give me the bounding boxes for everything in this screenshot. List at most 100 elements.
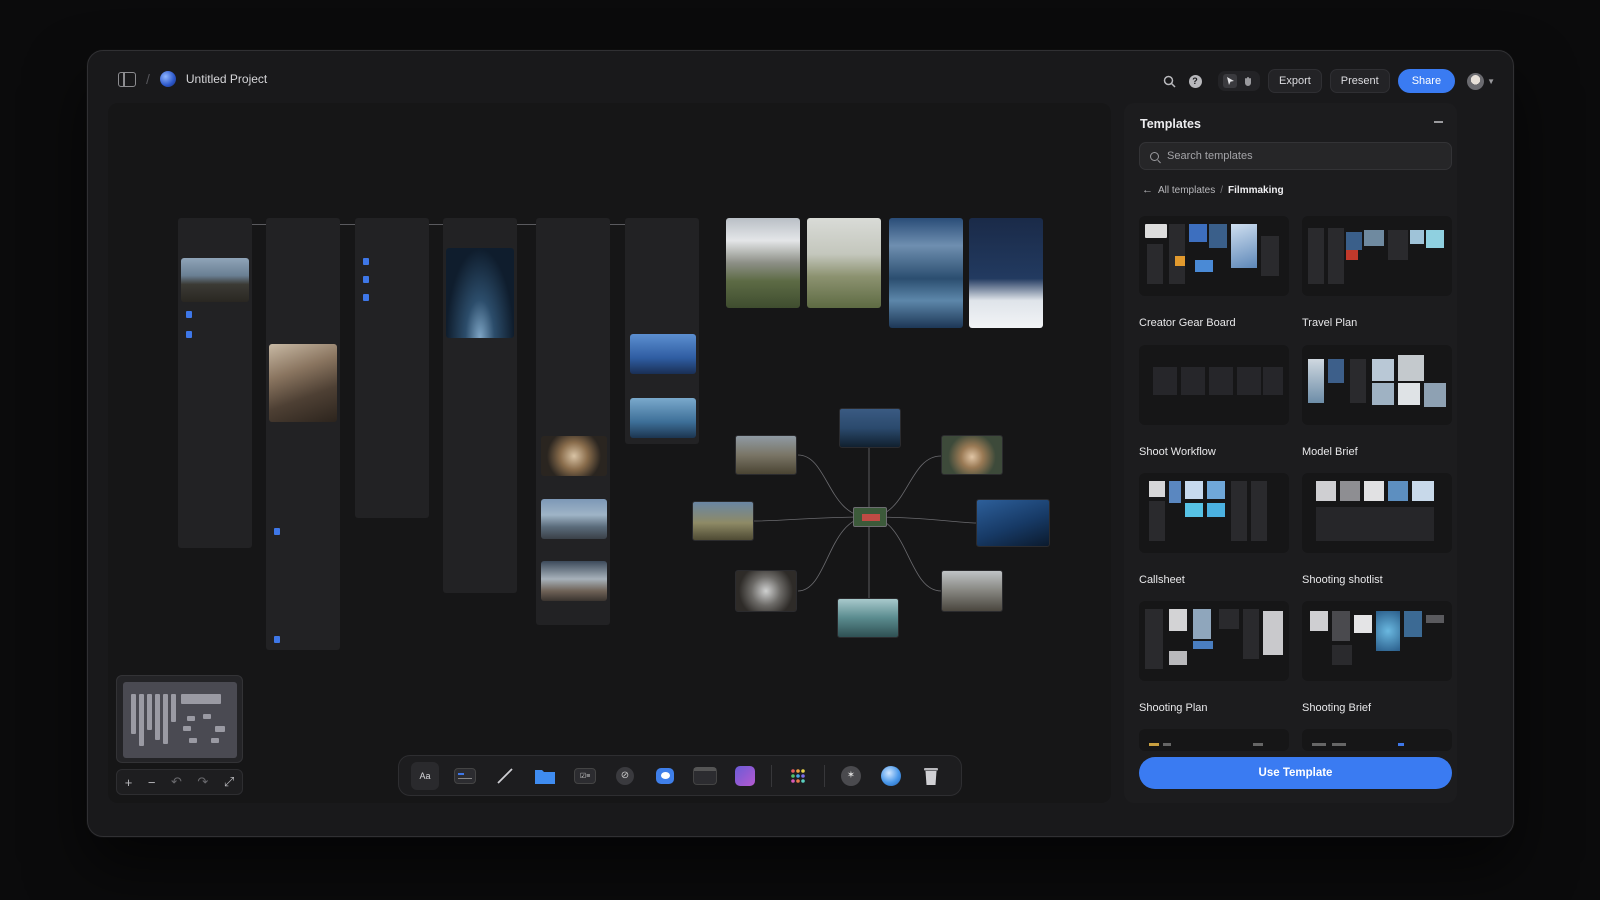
checklist-icon[interactable]: ☑≡ xyxy=(571,762,599,790)
mindmap-node[interactable] xyxy=(976,499,1050,547)
template-card[interactable] xyxy=(1139,729,1289,751)
template-preview xyxy=(1139,601,1289,681)
template-preview xyxy=(1139,216,1289,296)
template-preview xyxy=(1139,729,1289,751)
table-icon[interactable] xyxy=(691,762,719,790)
template-card[interactable]: Callsheet xyxy=(1139,473,1289,586)
help-icon-button[interactable]: ? xyxy=(1186,72,1204,90)
template-card[interactable] xyxy=(1302,729,1452,751)
title-area: / Untitled Project xyxy=(118,71,267,87)
breadcrumb-current: Filmmaking xyxy=(1228,184,1284,196)
board-canvas[interactable]: + − ↶ ↷ ⤢ Aa ☑≡ ⊘ ✶ xyxy=(108,103,1111,803)
minimap-block xyxy=(189,738,197,743)
minimap-block xyxy=(181,694,221,704)
zoom-out-icon[interactable]: − xyxy=(148,775,156,790)
folder-icon[interactable] xyxy=(531,762,559,790)
help-icon: ? xyxy=(1188,74,1202,88)
search-box[interactable] xyxy=(1139,142,1452,170)
template-label: Shooting Brief xyxy=(1302,702,1372,714)
breadcrumb-all-templates[interactable]: All templates xyxy=(1158,185,1215,196)
minimap-block xyxy=(147,694,152,730)
redo-icon[interactable]: ↷ xyxy=(197,774,208,790)
link-icon[interactable]: ⊘ xyxy=(611,762,639,790)
trash-icon[interactable] xyxy=(917,762,945,790)
template-label: Model Brief xyxy=(1302,446,1358,458)
breadcrumb: ← All templates / Filmmaking xyxy=(1142,184,1284,196)
minimap-block xyxy=(187,716,195,721)
template-card[interactable]: Shooting shotlist xyxy=(1302,473,1452,586)
templates-panel: Templates ← All templates / Filmmaking xyxy=(1124,103,1457,803)
breadcrumb-separator: / xyxy=(1220,184,1224,196)
template-label: Shooting shotlist xyxy=(1302,574,1383,586)
mindmap-center-node[interactable] xyxy=(853,507,887,527)
template-card[interactable]: Shoot Workflow xyxy=(1139,345,1289,458)
pointer-tool-group xyxy=(1218,71,1260,91)
project-icon xyxy=(159,71,176,87)
export-button[interactable]: Export xyxy=(1268,69,1322,93)
mindmap-node[interactable] xyxy=(941,570,1003,612)
expand-icon[interactable]: ⤢ xyxy=(224,774,234,790)
template-preview xyxy=(1302,216,1452,296)
template-card[interactable]: Shooting Plan xyxy=(1139,601,1289,714)
mindmap-node[interactable] xyxy=(735,435,797,475)
minimap-block xyxy=(155,694,160,740)
present-button[interactable]: Present xyxy=(1329,69,1390,93)
cursor-icon[interactable] xyxy=(1223,74,1237,88)
toolbar-divider xyxy=(771,764,772,787)
user-menu[interactable]: ▼ xyxy=(1467,72,1495,90)
minimap-block xyxy=(163,694,168,744)
image-icon[interactable] xyxy=(731,762,759,790)
search-templates-input[interactable] xyxy=(1167,150,1427,162)
template-preview xyxy=(1302,473,1452,553)
template-preview xyxy=(1302,601,1452,681)
apps-icon[interactable] xyxy=(784,762,812,790)
search-icon[interactable] xyxy=(1160,72,1178,90)
minimap-block xyxy=(211,738,219,743)
line-icon[interactable] xyxy=(491,762,519,790)
minimap-viewport xyxy=(123,682,237,758)
template-card[interactable]: Shooting Brief xyxy=(1302,601,1452,714)
mindmap-node[interactable] xyxy=(941,435,1003,475)
template-preview xyxy=(1139,473,1289,553)
top-bar: / Untitled Project ? Export Present Shar… xyxy=(88,51,1513,109)
minimize-icon[interactable] xyxy=(1434,121,1443,123)
mindmap-node[interactable] xyxy=(692,501,754,541)
hand-icon[interactable] xyxy=(1241,74,1255,88)
share-button[interactable]: Share xyxy=(1397,69,1456,93)
text-icon[interactable]: Aa xyxy=(411,761,439,790)
mindmap-node[interactable] xyxy=(735,570,797,612)
template-label: Creator Gear Board xyxy=(1139,317,1236,329)
minimap[interactable] xyxy=(116,675,243,763)
template-label: Callsheet xyxy=(1139,574,1185,586)
toolbar-divider xyxy=(824,764,825,787)
minimap-block xyxy=(139,694,144,746)
minimap-block xyxy=(215,726,225,732)
panel-title: Templates xyxy=(1140,117,1201,131)
sidebar-toggle-icon[interactable] xyxy=(118,71,136,87)
use-template-button[interactable]: Use Template xyxy=(1139,757,1452,789)
comment-icon[interactable] xyxy=(651,762,679,790)
title-divider: / xyxy=(146,71,150,87)
template-card[interactable]: Creator Gear Board xyxy=(1139,216,1289,329)
globe-icon[interactable] xyxy=(877,762,905,790)
minimap-block xyxy=(171,694,176,722)
template-card[interactable]: Travel Plan xyxy=(1302,216,1452,329)
zoom-controls: + − ↶ ↷ ⤢ xyxy=(116,769,243,795)
template-preview xyxy=(1302,345,1452,425)
chevron-down-icon: ▼ xyxy=(1487,76,1495,86)
insert-toolbar: Aa ☑≡ ⊘ ✶ xyxy=(398,755,962,796)
template-label: Travel Plan xyxy=(1302,317,1358,329)
ai-icon[interactable]: ✶ xyxy=(837,762,865,790)
mindmap-node[interactable] xyxy=(839,408,901,448)
template-card[interactable]: Model Brief xyxy=(1302,345,1452,458)
template-preview xyxy=(1139,345,1289,425)
undo-icon[interactable]: ↶ xyxy=(171,774,182,790)
project-title[interactable]: Untitled Project xyxy=(186,72,267,86)
arrow-left-icon[interactable]: ← xyxy=(1142,184,1153,196)
card-icon[interactable] xyxy=(451,762,479,790)
mindmap-node[interactable] xyxy=(837,598,899,638)
app-window: / Untitled Project ? Export Present Shar… xyxy=(87,50,1514,837)
minimap-block xyxy=(203,714,211,719)
zoom-in-icon[interactable]: + xyxy=(125,775,133,790)
minimap-block xyxy=(183,726,191,731)
